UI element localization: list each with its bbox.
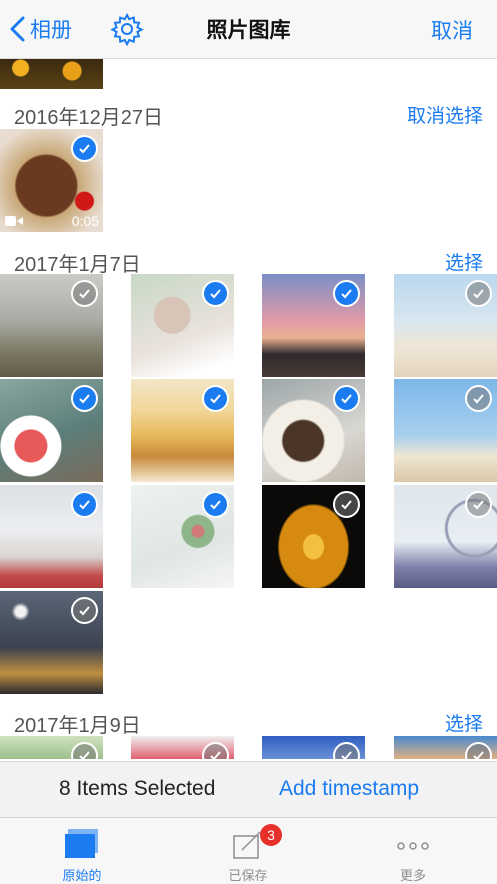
navigation-bar: 相册 照片图库 取消 xyxy=(0,0,497,59)
check-unselected-icon[interactable] xyxy=(465,742,492,759)
tab-label: 已保存 xyxy=(228,868,268,883)
photo-thumbnail[interactable] xyxy=(131,485,234,588)
check-unselected-icon[interactable] xyxy=(465,280,492,307)
check-selected-icon[interactable] xyxy=(202,385,229,412)
badge-count: 3 xyxy=(260,824,282,846)
photo-thumbnail[interactable] xyxy=(0,736,103,759)
check-selected-icon[interactable] xyxy=(333,385,360,412)
check-selected-icon[interactable] xyxy=(333,280,360,307)
photo-thumbnail[interactable] xyxy=(0,485,103,588)
section-header: 2017年1月9日 选择 xyxy=(0,700,497,740)
photo-thumbnail[interactable] xyxy=(394,736,497,759)
selection-bar: 8 Items Selected Add timestamp xyxy=(0,761,497,818)
check-selected-icon[interactable] xyxy=(71,491,98,518)
section-date: 2017年1月9日 xyxy=(14,715,141,737)
select-button[interactable]: 选择 xyxy=(445,709,483,736)
select-button[interactable]: 选择 xyxy=(445,248,483,275)
photos-stack-icon xyxy=(65,829,98,858)
section-date: 2016年12月27日 xyxy=(14,107,163,129)
more-dots-icon xyxy=(397,842,429,850)
photo-thumbnail[interactable] xyxy=(262,274,365,377)
video-camera-icon xyxy=(5,216,23,226)
check-selected-icon[interactable] xyxy=(202,280,229,307)
check-unselected-icon[interactable] xyxy=(465,385,492,412)
check-selected-icon[interactable] xyxy=(71,385,98,412)
tab-label: 原始的 xyxy=(62,868,102,883)
chevron-left-icon xyxy=(10,16,25,42)
photo-thumbnail[interactable] xyxy=(262,485,365,588)
photo-thumbnail[interactable] xyxy=(394,274,497,377)
photo-thumbnail[interactable] xyxy=(262,736,365,759)
photo-thumbnail[interactable]: 0:05 xyxy=(0,129,103,232)
back-label: 相册 xyxy=(30,19,72,42)
check-selected-icon[interactable] xyxy=(202,491,229,518)
check-unselected-icon[interactable] xyxy=(71,280,98,307)
photo-thumbnail[interactable] xyxy=(131,274,234,377)
check-unselected-icon[interactable] xyxy=(202,742,229,759)
check-unselected-icon[interactable] xyxy=(333,742,360,759)
cancel-button[interactable]: 取消 xyxy=(431,15,473,45)
check-unselected-icon[interactable] xyxy=(71,597,98,624)
page-title: 照片图库 xyxy=(206,19,291,42)
photo-thumbnail-partial[interactable] xyxy=(0,59,103,89)
video-duration: 0:05 xyxy=(71,213,99,229)
photo-thumbnail[interactable] xyxy=(0,379,103,482)
check-unselected-icon[interactable] xyxy=(465,491,492,518)
photo-thumbnail[interactable] xyxy=(0,591,103,694)
check-selected-icon[interactable] xyxy=(71,135,98,162)
section-date: 2017年1月7日 xyxy=(14,254,141,276)
tab-original[interactable]: 原始的 xyxy=(22,818,142,884)
tab-more[interactable]: 更多 xyxy=(353,818,473,884)
photo-thumbnail[interactable] xyxy=(0,274,103,377)
photo-thumbnail[interactable] xyxy=(131,379,234,482)
photo-thumbnail[interactable] xyxy=(394,485,497,588)
photo-thumbnail[interactable] xyxy=(262,379,365,482)
tab-saved[interactable]: 3 已保存 xyxy=(188,818,308,884)
photo-thumbnail[interactable] xyxy=(131,736,234,759)
photo-library-scroll[interactable]: 2016年12月27日 取消选择 0:05 2017年1月7日 选择 2017年… xyxy=(0,59,497,817)
deselect-button[interactable]: 取消选择 xyxy=(407,101,483,128)
section-header: 2016年12月27日 取消选择 xyxy=(0,92,497,132)
back-button[interactable]: 相册 xyxy=(8,12,72,46)
photo-thumbnail[interactable] xyxy=(394,379,497,482)
add-timestamp-button[interactable]: Add timestamp xyxy=(279,777,419,801)
tab-label: 更多 xyxy=(399,868,426,883)
tab-bar: 原始的 3 已保存 更多 xyxy=(0,817,497,884)
check-unselected-icon[interactable] xyxy=(71,742,98,759)
check-unselected-icon[interactable] xyxy=(333,491,360,518)
selected-count: 8 Items Selected xyxy=(59,777,216,800)
settings-gear-icon[interactable] xyxy=(110,12,144,47)
section-header: 2017年1月7日 选择 xyxy=(0,239,497,279)
